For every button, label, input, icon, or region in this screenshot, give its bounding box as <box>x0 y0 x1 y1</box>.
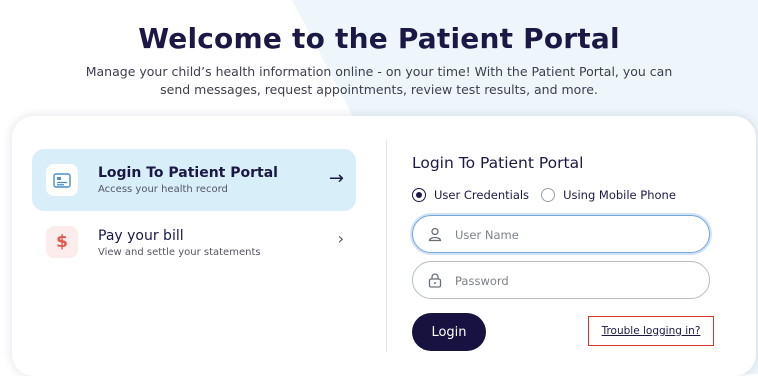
chevron-right-icon: › <box>337 229 344 248</box>
password-field[interactable] <box>412 261 710 299</box>
menu-item-pay-bill[interactable]: $ Pay your bill View and settle your sta… <box>32 216 356 266</box>
user-icon <box>428 227 442 242</box>
id-card-icon <box>46 164 78 196</box>
menu-item-title: Pay your bill <box>98 228 184 244</box>
dollar-icon: $ <box>46 226 78 258</box>
radio-mobile-phone[interactable] <box>541 188 556 202</box>
login-form-title: Login To Patient Portal <box>412 154 584 172</box>
radio-user-credentials[interactable] <box>412 188 426 202</box>
radio-label[interactable]: Using Mobile Phone <box>563 188 676 202</box>
login-button[interactable]: Login <box>412 313 486 351</box>
username-input[interactable] <box>453 224 697 246</box>
page-description: Manage your child’s health information o… <box>85 64 673 97</box>
menu-item-login[interactable]: Login To Patient Portal Access your heal… <box>32 149 356 211</box>
divider <box>386 140 387 352</box>
menu-item-subtitle: View and settle your statements <box>98 247 261 258</box>
menu-item-subtitle: Access your health record <box>98 184 228 195</box>
lock-icon <box>428 273 442 288</box>
portal-card: Login To Patient Portal Access your heal… <box>12 116 756 376</box>
login-method-radio-group: User Credentials Using Mobile Phone <box>412 188 688 202</box>
radio-label[interactable]: User Credentials <box>434 188 529 202</box>
trouble-logging-in-link[interactable]: Trouble logging in? <box>588 316 714 346</box>
username-field[interactable] <box>412 215 710 253</box>
arrow-right-icon: → <box>328 168 344 189</box>
menu-item-title: Login To Patient Portal <box>98 165 278 181</box>
page-title: Welcome to the Patient Portal <box>138 22 620 55</box>
hero-section: Welcome to the Patient Portal Manage you… <box>0 22 758 99</box>
password-input[interactable] <box>453 270 697 292</box>
